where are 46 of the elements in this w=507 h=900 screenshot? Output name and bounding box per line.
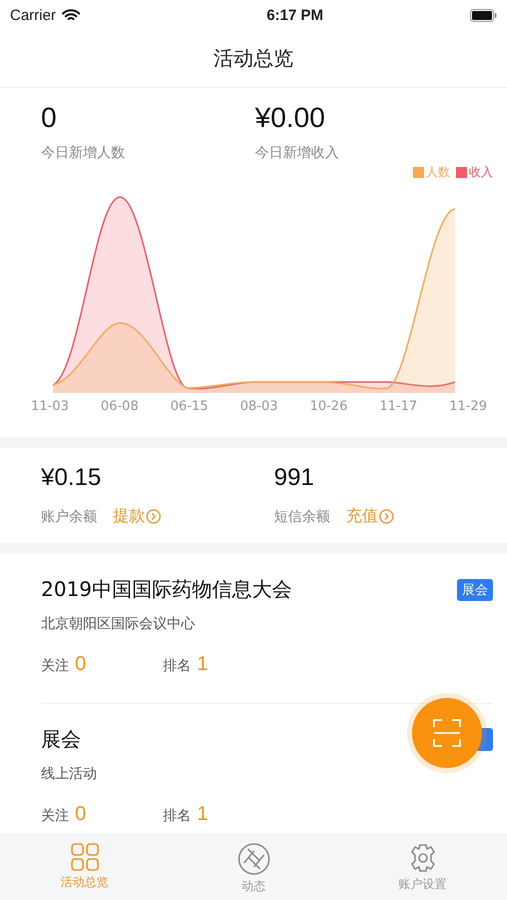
tab-item[interactable]: 活动总览 — [0, 833, 169, 900]
balance-value: 991 — [274, 464, 316, 492]
event-location: 线上活动 — [41, 765, 98, 783]
category-tag: 展会 — [457, 578, 493, 600]
balance-value: ¥0.15 — [41, 464, 102, 492]
stat-value: 0 — [75, 653, 86, 676]
grid-icon — [70, 843, 98, 871]
balance-label: 账户余额 — [41, 508, 97, 526]
battery-icon — [470, 8, 497, 22]
stat-label: 关注 — [41, 807, 69, 825]
event-title: 展会 — [41, 726, 81, 753]
stat-value: 1 — [197, 803, 208, 826]
stat-label: 排名 — [163, 657, 191, 675]
stat-label: 关注 — [41, 657, 69, 675]
clock: 6:17 PM — [266, 6, 324, 24]
chevron-circle-icon — [146, 509, 161, 524]
axis-label: 11-17 — [380, 399, 418, 416]
event-title: 2019中国国际药物信息大会 — [41, 576, 292, 603]
legend-label: 人数 — [426, 164, 450, 181]
chevron-circle-icon — [379, 509, 394, 524]
axis-label: 10-26 — [310, 399, 348, 416]
stat-value: 0 — [41, 102, 58, 134]
tab-item[interactable]: 动态 — [169, 833, 338, 900]
scan-button[interactable] — [412, 698, 482, 768]
stat-value: 0 — [75, 803, 86, 826]
axis-label: 11-03 — [31, 399, 69, 416]
axis-label: 08-03 — [240, 399, 278, 416]
carrier-name: Carrier — [10, 6, 56, 24]
axis-label: 11-29 — [449, 399, 487, 416]
stat-label: 今日新增收入 — [255, 144, 340, 162]
tab-item[interactable]: 账户设置 — [338, 833, 507, 900]
balance-label: 短信余额 — [274, 508, 330, 526]
aperture-icon — [238, 843, 270, 875]
axis-label: 06-15 — [170, 399, 208, 416]
stat-label: 今日新增人数 — [41, 144, 126, 162]
legend-label: 收入 — [469, 164, 493, 181]
action-link[interactable]: 充值 — [346, 506, 394, 527]
stat-value: ¥0.00 — [255, 102, 326, 134]
axis-label: 06-08 — [100, 399, 138, 416]
stat-label: 排名 — [163, 807, 191, 825]
wifi-icon — [62, 8, 80, 22]
scan-icon — [433, 719, 461, 747]
event-location: 北京朝阳区国际会议中心 — [41, 615, 196, 633]
action-link[interactable]: 提款 — [113, 506, 161, 527]
page-title: 活动总览 — [214, 45, 294, 72]
stat-value: 1 — [197, 653, 208, 676]
